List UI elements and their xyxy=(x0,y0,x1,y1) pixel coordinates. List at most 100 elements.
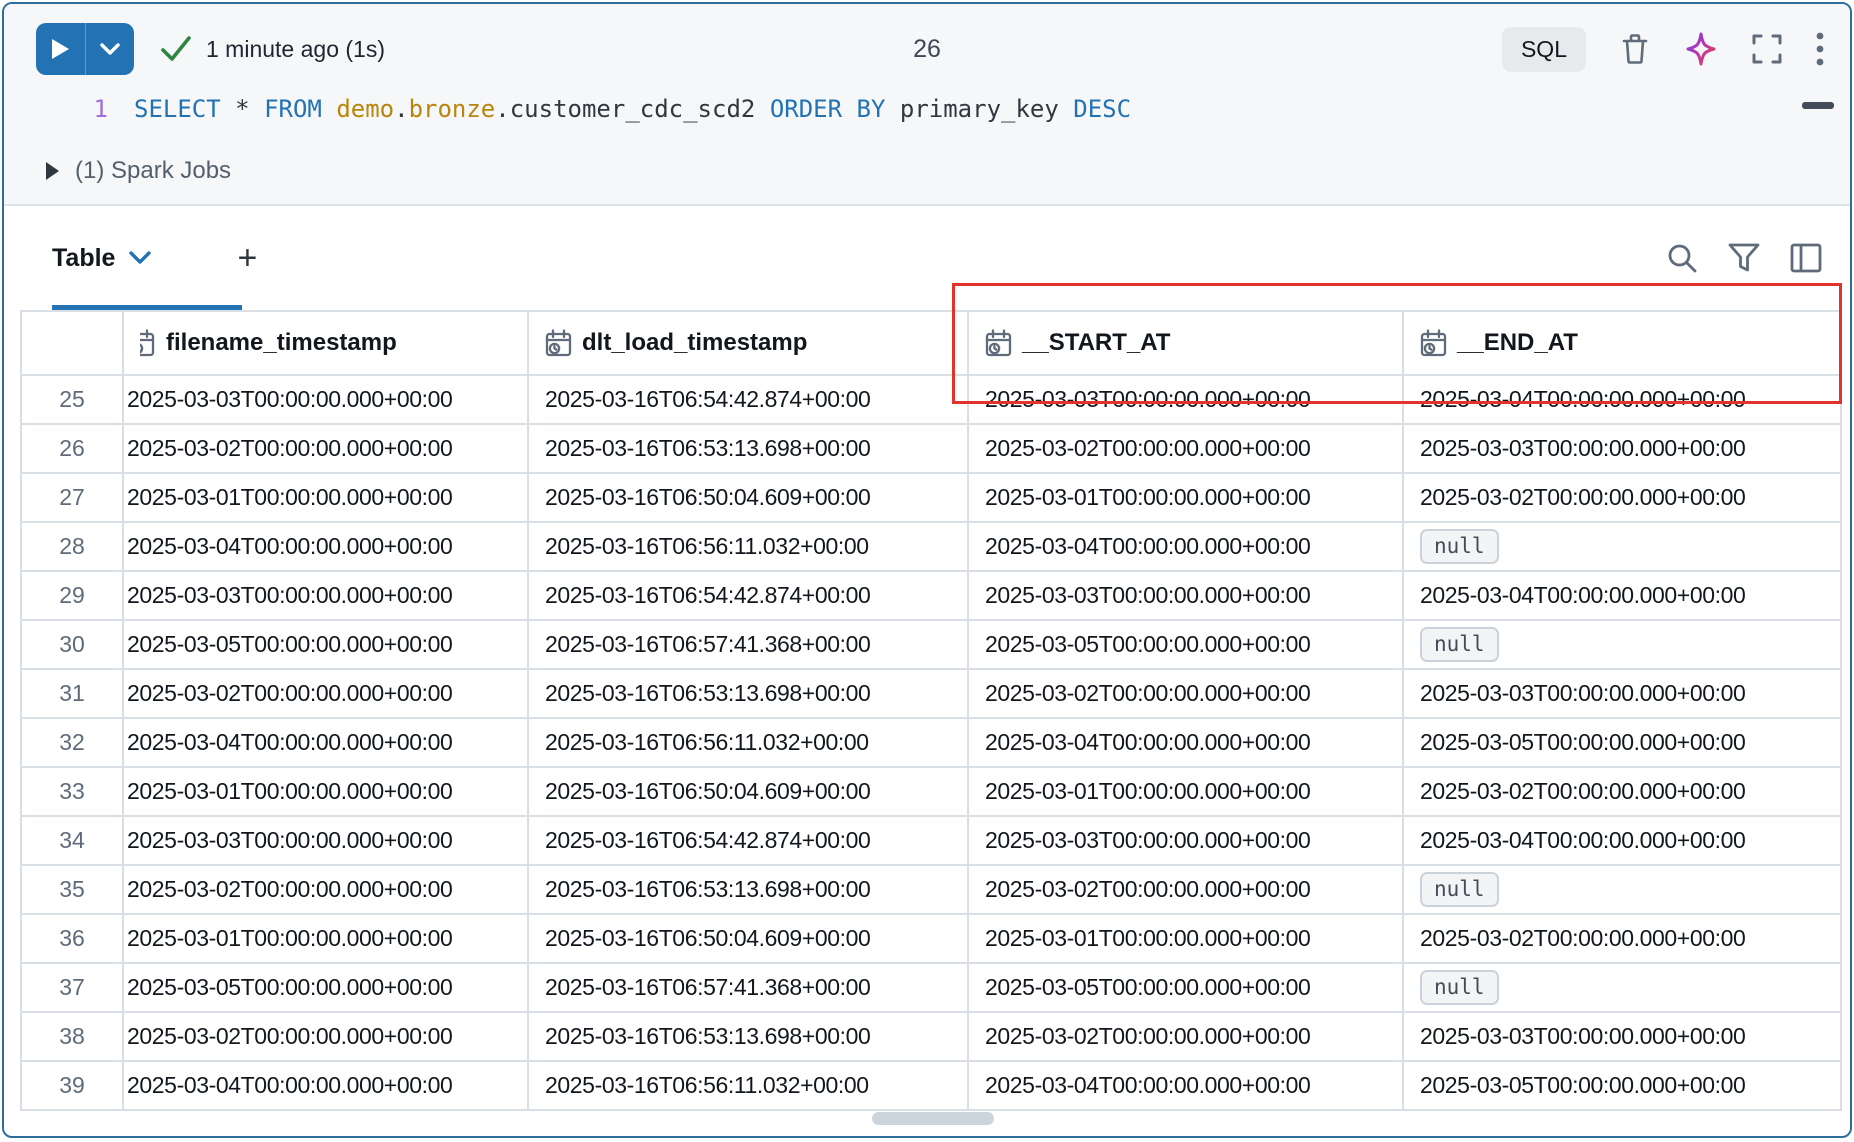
delete-cell-icon[interactable] xyxy=(1620,33,1650,65)
play-icon[interactable] xyxy=(36,23,86,75)
table-row[interactable]: 292025-03-03T00:00:00.000+00:002025-03-1… xyxy=(22,572,1842,621)
table-row[interactable]: 352025-03-02T00:00:00.000+00:002025-03-1… xyxy=(22,866,1842,915)
column-header-dlt_load_timestamp[interactable]: dlt_load_timestamp xyxy=(529,312,969,376)
dlt-load-timestamp-cell[interactable]: 2025-03-16T06:54:42.874+00:00 xyxy=(529,817,969,866)
dlt-load-timestamp-cell[interactable]: 2025-03-16T06:50:04.609+00:00 xyxy=(529,474,969,523)
row-number-cell[interactable]: 34 xyxy=(22,817,124,866)
row-number-cell[interactable]: 37 xyxy=(22,964,124,1013)
table-row[interactable]: 332025-03-01T00:00:00.000+00:002025-03-1… xyxy=(22,768,1842,817)
dlt-load-timestamp-cell[interactable]: 2025-03-16T06:53:13.698+00:00 xyxy=(529,425,969,474)
run-button[interactable] xyxy=(36,23,134,75)
tab-table[interactable]: Table xyxy=(52,206,151,310)
code-scrollbar-thumb[interactable] xyxy=(1802,102,1834,109)
dlt-load-timestamp-cell[interactable]: 2025-03-16T06:54:42.874+00:00 xyxy=(529,376,969,425)
end-at-cell[interactable]: null xyxy=(1404,866,1842,915)
row-number-cell[interactable]: 26 xyxy=(22,425,124,474)
row-number-cell[interactable]: 29 xyxy=(22,572,124,621)
row-number-cell[interactable]: 39 xyxy=(22,1062,124,1111)
start-at-cell[interactable]: 2025-03-05T00:00:00.000+00:00 xyxy=(969,621,1404,670)
table-row[interactable]: 282025-03-04T00:00:00.000+00:002025-03-1… xyxy=(22,523,1842,572)
columns-panel-icon[interactable] xyxy=(1790,243,1822,273)
table-row[interactable]: 322025-03-04T00:00:00.000+00:002025-03-1… xyxy=(22,719,1842,768)
end-at-cell[interactable]: null xyxy=(1404,523,1842,572)
expand-fullscreen-icon[interactable] xyxy=(1752,34,1782,64)
run-options-chevron-icon[interactable] xyxy=(86,23,135,75)
table-row[interactable]: 372025-03-05T00:00:00.000+00:002025-03-1… xyxy=(22,964,1842,1013)
column-header-start_at[interactable]: __START_AT xyxy=(969,312,1404,376)
start-at-cell[interactable]: 2025-03-04T00:00:00.000+00:00 xyxy=(969,719,1404,768)
dlt-load-timestamp-cell[interactable]: 2025-03-16T06:57:41.368+00:00 xyxy=(529,621,969,670)
filename-timestamp-cell[interactable]: 2025-03-04T00:00:00.000+00:00 xyxy=(124,1062,529,1111)
end-at-cell[interactable]: 2025-03-02T00:00:00.000+00:00 xyxy=(1404,915,1842,964)
table-row[interactable]: 382025-03-02T00:00:00.000+00:002025-03-1… xyxy=(22,1013,1842,1062)
table-row[interactable]: 302025-03-05T00:00:00.000+00:002025-03-1… xyxy=(22,621,1842,670)
filename-timestamp-cell[interactable]: 2025-03-03T00:00:00.000+00:00 xyxy=(124,817,529,866)
row-number-cell[interactable]: 27 xyxy=(22,474,124,523)
row-number-cell[interactable]: 25 xyxy=(22,376,124,425)
column-header-filename_timestamp[interactable]: filename_timestamp xyxy=(124,312,529,376)
sql-query-text[interactable]: SELECT * FROM demo.bronze.customer_cdc_s… xyxy=(134,95,1131,123)
end-at-cell[interactable]: 2025-03-05T00:00:00.000+00:00 xyxy=(1404,719,1842,768)
end-at-cell[interactable]: 2025-03-03T00:00:00.000+00:00 xyxy=(1404,670,1842,719)
filename-timestamp-cell[interactable]: 2025-03-03T00:00:00.000+00:00 xyxy=(124,572,529,621)
dlt-load-timestamp-cell[interactable]: 2025-03-16T06:56:11.032+00:00 xyxy=(529,523,969,572)
end-at-cell[interactable]: 2025-03-05T00:00:00.000+00:00 xyxy=(1404,1062,1842,1111)
filename-timestamp-cell[interactable]: 2025-03-02T00:00:00.000+00:00 xyxy=(124,866,529,915)
filename-timestamp-cell[interactable]: 2025-03-01T00:00:00.000+00:00 xyxy=(124,915,529,964)
table-row[interactable]: 27 2025-03-01T00:00:00.000+00:002025-03-1… xyxy=(22,474,1842,523)
row-number-cell[interactable]: 32 xyxy=(22,719,124,768)
row-number-cell[interactable]: 28 xyxy=(22,523,124,572)
table-row[interactable]: 312025-03-02T00:00:00.000+00:002025-03-1… xyxy=(22,670,1842,719)
start-at-cell[interactable]: 2025-03-05T00:00:00.000+00:00 xyxy=(969,964,1404,1013)
end-at-cell[interactable]: 2025-03-04T00:00:00.000+00:00 xyxy=(1404,572,1842,621)
add-visualization-button[interactable]: + xyxy=(237,241,257,275)
end-at-cell[interactable]: 2025-03-03T00:00:00.000+00:00 xyxy=(1404,425,1842,474)
table-row[interactable]: 342025-03-03T00:00:00.000+00:002025-03-1… xyxy=(22,817,1842,866)
filename-timestamp-cell[interactable]: 2025-03-04T00:00:00.000+00:00 xyxy=(124,523,529,572)
start-at-cell[interactable]: 2025-03-01T00:00:00.000+00:00 xyxy=(969,768,1404,817)
filename-timestamp-cell[interactable]: 2025-03-02T00:00:00.000+00:00 xyxy=(124,670,529,719)
row-number-cell[interactable]: 31 xyxy=(22,670,124,719)
start-at-cell[interactable]: 2025-03-02T00:00:00.000+00:00 xyxy=(969,866,1404,915)
start-at-cell[interactable]: 2025-03-02T00:00:00.000+00:00 xyxy=(969,425,1404,474)
table-row[interactable]: 392025-03-04T00:00:00.000+00:002025-03-1… xyxy=(22,1062,1842,1111)
horizontal-scrollbar-thumb[interactable] xyxy=(872,1112,994,1125)
dlt-load-timestamp-cell[interactable]: 2025-03-16T06:57:41.368+00:00 xyxy=(529,964,969,1013)
filename-timestamp-cell[interactable]: 2025-03-02T00:00:00.000+00:00 xyxy=(124,1013,529,1062)
table-row[interactable]: 252025-03-03T00:00:00.000+00:002025-03-1… xyxy=(22,376,1842,425)
start-at-cell[interactable]: 2025-03-02T00:00:00.000+00:00 xyxy=(969,1013,1404,1062)
end-at-cell[interactable]: null xyxy=(1404,621,1842,670)
start-at-cell[interactable]: 2025-03-01T00:00:00.000+00:00 xyxy=(969,474,1404,523)
table-row[interactable]: 362025-03-01T00:00:00.000+00:002025-03-1… xyxy=(22,915,1842,964)
assistant-sparkle-icon[interactable] xyxy=(1684,31,1718,67)
table-row[interactable]: 26 2025-03-02T00:00:00.000+00:002025-03-1… xyxy=(22,425,1842,474)
row-number-header[interactable] xyxy=(22,312,124,376)
dlt-load-timestamp-cell[interactable]: 2025-03-16T06:50:04.609+00:00 xyxy=(529,915,969,964)
kebab-menu-icon[interactable] xyxy=(1816,32,1824,66)
dlt-load-timestamp-cell[interactable]: 2025-03-16T06:56:11.032+00:00 xyxy=(529,719,969,768)
dlt-load-timestamp-cell[interactable]: 2025-03-16T06:50:04.609+00:00 xyxy=(529,768,969,817)
language-selector-button[interactable]: SQL xyxy=(1502,27,1586,72)
end-at-cell[interactable]: null xyxy=(1404,964,1842,1013)
row-number-cell[interactable]: 30 xyxy=(22,621,124,670)
start-at-cell[interactable]: 2025-03-03T00:00:00.000+00:00 xyxy=(969,817,1404,866)
row-number-cell[interactable]: 38 xyxy=(22,1013,124,1062)
start-at-cell[interactable]: 2025-03-03T00:00:00.000+00:00 xyxy=(969,572,1404,621)
filename-timestamp-cell[interactable]: 2025-03-05T00:00:00.000+00:00 xyxy=(124,964,529,1013)
start-at-cell[interactable]: 2025-03-04T00:00:00.000+00:00 xyxy=(969,1062,1404,1111)
filename-timestamp-cell[interactable]: 2025-03-05T00:00:00.000+00:00 xyxy=(124,621,529,670)
column-header-end_at[interactable]: __END_AT xyxy=(1404,312,1842,376)
filename-timestamp-cell[interactable]: 2025-03-04T00:00:00.000+00:00 xyxy=(124,719,529,768)
dlt-load-timestamp-cell[interactable]: 2025-03-16T06:53:13.698+00:00 xyxy=(529,670,969,719)
dlt-load-timestamp-cell[interactable]: 2025-03-16T06:53:13.698+00:00 xyxy=(529,866,969,915)
spark-jobs-toggle[interactable]: (1) Spark Jobs xyxy=(4,138,1850,206)
dlt-load-timestamp-cell[interactable]: 2025-03-16T06:53:13.698+00:00 xyxy=(529,1013,969,1062)
end-at-cell[interactable]: 2025-03-02T00:00:00.000+00:00 xyxy=(1404,474,1842,523)
end-at-cell[interactable]: 2025-03-04T00:00:00.000+00:00 xyxy=(1404,817,1842,866)
start-at-cell[interactable]: 2025-03-01T00:00:00.000+00:00 xyxy=(969,915,1404,964)
filename-timestamp-cell[interactable]: 2025-03-01T00:00:00.000+00:00 xyxy=(124,768,529,817)
start-at-cell[interactable]: 2025-03-02T00:00:00.000+00:00 xyxy=(969,670,1404,719)
search-icon[interactable] xyxy=(1666,242,1698,274)
code-editor-line[interactable]: 1 SELECT * FROM demo.bronze.customer_cdc… xyxy=(4,80,1850,138)
filename-timestamp-cell[interactable]: 2025-03-03T00:00:00.000+00:00 xyxy=(124,376,529,425)
